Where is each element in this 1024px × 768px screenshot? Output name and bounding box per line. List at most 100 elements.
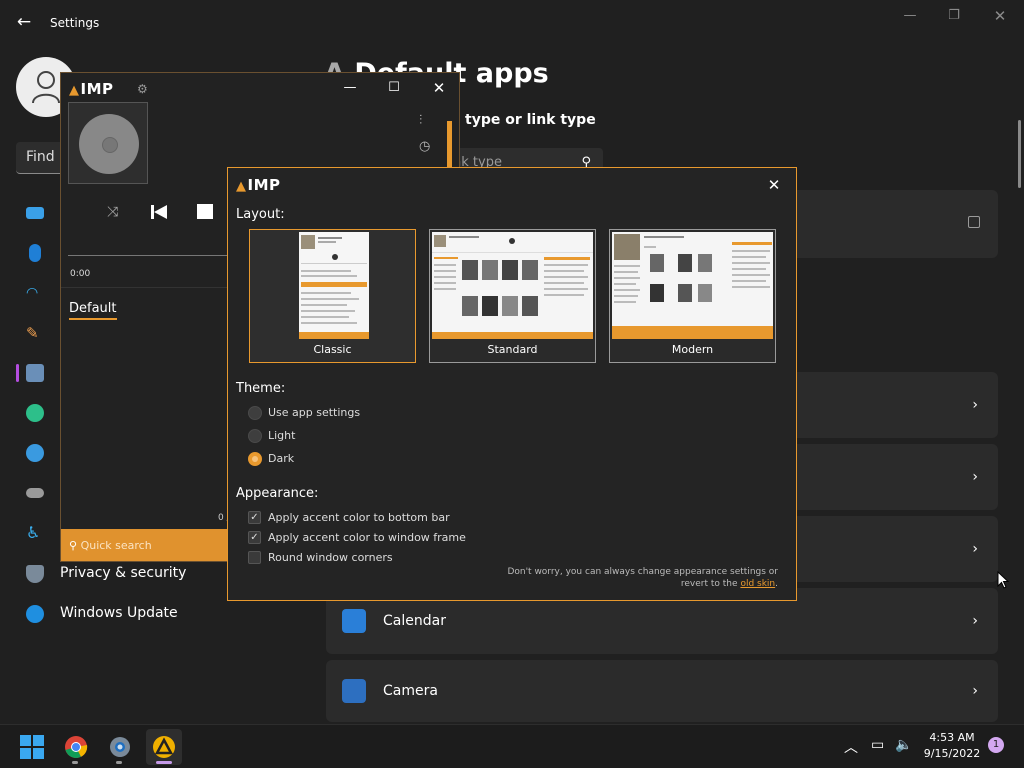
- close-icon[interactable]: ✕: [428, 79, 450, 97]
- seek-bar[interactable]: [68, 255, 228, 256]
- section-heading: type or link type: [465, 112, 596, 128]
- checkbox-checked[interactable]: ✓: [248, 511, 261, 524]
- chrome-icon: [65, 736, 88, 758]
- system-clock[interactable]: 4:53 AM 9/15/2022: [920, 730, 984, 762]
- layout-label: Classic: [313, 343, 352, 356]
- search-icon: ⚲: [69, 539, 78, 552]
- classic-preview-image: [299, 232, 369, 339]
- taskbar-settings[interactable]: [102, 729, 138, 765]
- theme-heading: Theme:: [236, 381, 286, 396]
- sidebar-item-label: Privacy & security: [60, 565, 187, 581]
- modern-preview-image: [612, 234, 773, 339]
- tab-default-playlist[interactable]: Default: [69, 301, 117, 320]
- option-label: Apply accent color to window frame: [268, 531, 466, 544]
- close-icon[interactable]: ✕: [988, 8, 1012, 24]
- minimize-icon[interactable]: —: [898, 8, 922, 24]
- bluetooth-icon: [29, 244, 41, 262]
- option-label: Round window corners: [268, 551, 393, 564]
- restore-icon[interactable]: ❐: [942, 8, 966, 24]
- equalizer-icon[interactable]: ⫶: [419, 113, 422, 128]
- open-external-icon[interactable]: [968, 216, 980, 228]
- divider: [61, 287, 227, 288]
- option-label: Use app settings: [268, 406, 361, 419]
- settings-gear-icon: [110, 737, 130, 757]
- back-arrow-icon[interactable]: ←: [14, 12, 34, 32]
- chevron-right-icon: ›: [972, 469, 978, 485]
- clock-time: 4:53 AM: [929, 731, 975, 744]
- previous-icon: [151, 205, 167, 219]
- clock-icon[interactable]: ◷: [419, 139, 430, 154]
- checkbox-checked[interactable]: ✓: [248, 531, 261, 544]
- accessibility-icon: ♿: [26, 523, 41, 542]
- app-row-camera[interactable]: Camera ›: [326, 660, 998, 722]
- quick-search-input[interactable]: ⚲ Quick search: [61, 529, 229, 561]
- volume-icon[interactable]: 🔈: [895, 737, 912, 753]
- standard-preview-image: [432, 235, 593, 339]
- radio-button[interactable]: [248, 406, 262, 420]
- windows-logo-icon: [20, 735, 44, 759]
- sidebar-item-windows-update[interactable]: Windows Update: [16, 596, 226, 632]
- chevron-right-icon: ›: [972, 683, 978, 699]
- taskbar: ︿ ▭ 🔈 4:53 AM 9/15/2022 1: [0, 724, 1024, 768]
- chevron-up-icon[interactable]: ︿: [844, 737, 858, 757]
- aimp-logo: ▲IMP: [236, 176, 281, 194]
- gamepad-icon: [26, 488, 44, 498]
- shuffle-icon[interactable]: ⤨: [107, 204, 118, 220]
- update-icon: [26, 605, 44, 623]
- disc-icon: [79, 114, 139, 174]
- checkbox-unchecked[interactable]: [248, 551, 261, 564]
- revert-hint: Don't worry, you can always change appea…: [507, 567, 778, 589]
- layout-option-modern[interactable]: Modern: [609, 229, 776, 363]
- radio-button[interactable]: [248, 429, 262, 443]
- layout-heading: Layout:: [236, 207, 285, 222]
- wifi-icon: ◠: [26, 285, 39, 301]
- stop-icon: [197, 204, 213, 219]
- active-indicator: [156, 761, 172, 764]
- option-label: Dark: [268, 452, 295, 465]
- option-label: Apply accent color to bottom bar: [268, 511, 450, 524]
- taskbar-aimp[interactable]: [146, 729, 182, 765]
- shield-icon: [26, 565, 44, 583]
- old-skin-link[interactable]: old skin: [740, 579, 775, 589]
- sidebar-item-label: Windows Update: [60, 605, 178, 621]
- start-button[interactable]: [14, 729, 50, 765]
- monitor-icon: [26, 207, 44, 219]
- layout-option-standard[interactable]: Standard: [429, 229, 596, 363]
- network-icon[interactable]: ▭: [871, 737, 884, 753]
- stop-button[interactable]: [197, 204, 213, 223]
- appearance-heading: Appearance:: [236, 486, 319, 501]
- layout-label: Modern: [671, 343, 714, 356]
- chevron-right-icon: ›: [972, 397, 978, 413]
- notification-badge[interactable]: 1: [988, 737, 1004, 753]
- aimp-appearance-dialog: ▲IMP ✕ Layout: Classic Standard Modern T…: [227, 167, 797, 601]
- gear-icon[interactable]: ⚙: [137, 82, 148, 96]
- calendar-icon: [342, 609, 366, 633]
- close-icon[interactable]: ✕: [764, 175, 784, 195]
- app-name: Calendar: [383, 613, 446, 629]
- camera-icon: [342, 679, 366, 703]
- running-indicator: [72, 761, 78, 764]
- apps-icon: [26, 364, 44, 382]
- scrollbar[interactable]: [1018, 120, 1021, 188]
- maximize-icon[interactable]: ☐: [383, 79, 405, 97]
- taskbar-chrome[interactable]: [58, 729, 94, 765]
- app-name: Camera: [383, 683, 438, 699]
- aimp-logo: ▲IMP: [69, 80, 114, 98]
- standard-layout-preview: [432, 232, 593, 339]
- minimize-icon[interactable]: —: [339, 79, 361, 97]
- elapsed-time: 0:00: [70, 269, 91, 279]
- radio-button-selected[interactable]: [248, 452, 262, 466]
- layout-option-classic[interactable]: Classic: [249, 229, 416, 363]
- running-indicator: [116, 761, 122, 764]
- album-cover: [68, 102, 148, 184]
- window-title: Settings: [50, 16, 100, 30]
- classic-layout-preview: [252, 232, 413, 339]
- layout-label: Standard: [487, 343, 538, 356]
- brush-icon: ✎: [26, 324, 39, 342]
- previous-button[interactable]: [151, 204, 167, 223]
- clock-date: 9/15/2022: [923, 747, 981, 760]
- modern-layout-preview: [612, 232, 773, 339]
- person-icon: [26, 404, 44, 422]
- user-icon: [32, 71, 60, 104]
- clock-globe-icon: [26, 444, 44, 462]
